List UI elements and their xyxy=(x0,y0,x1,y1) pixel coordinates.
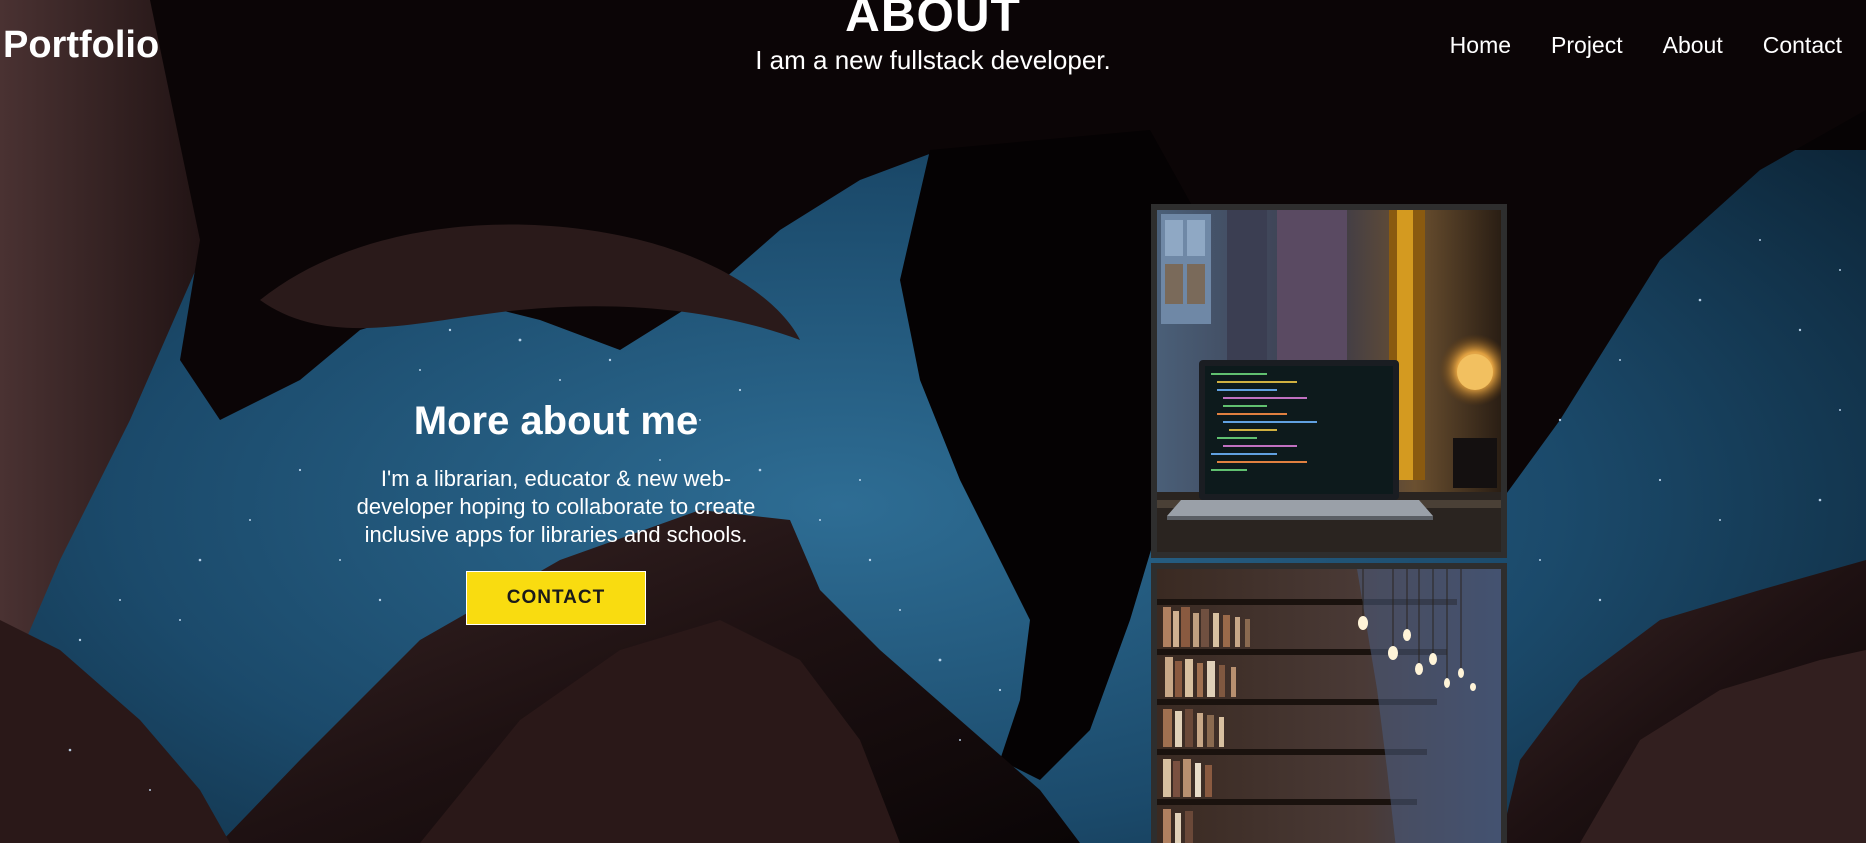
about-heading: More about me xyxy=(413,399,699,443)
library-photo xyxy=(1151,563,1507,843)
nav-contact-link[interactable]: Contact xyxy=(1763,30,1842,60)
page: Portfolio ABOUT I am a new fullstack dev… xyxy=(0,0,1866,843)
background-image xyxy=(0,0,1866,843)
nav-project-link[interactable]: Project xyxy=(1551,30,1623,60)
main-nav: Home Project About Contact xyxy=(1450,30,1842,60)
about-description: I'm a librarian, educator & new web-deve… xyxy=(356,466,756,547)
contact-button[interactable]: CONTACT xyxy=(466,571,646,625)
library-image xyxy=(1157,569,1501,843)
nav-home-link[interactable]: Home xyxy=(1450,30,1511,60)
laptop-image xyxy=(1157,210,1501,552)
about-section: More about me I'm a librarian, educator … xyxy=(340,395,772,625)
laptop-photo xyxy=(1151,204,1507,558)
nav-about-link[interactable]: About xyxy=(1663,30,1723,60)
